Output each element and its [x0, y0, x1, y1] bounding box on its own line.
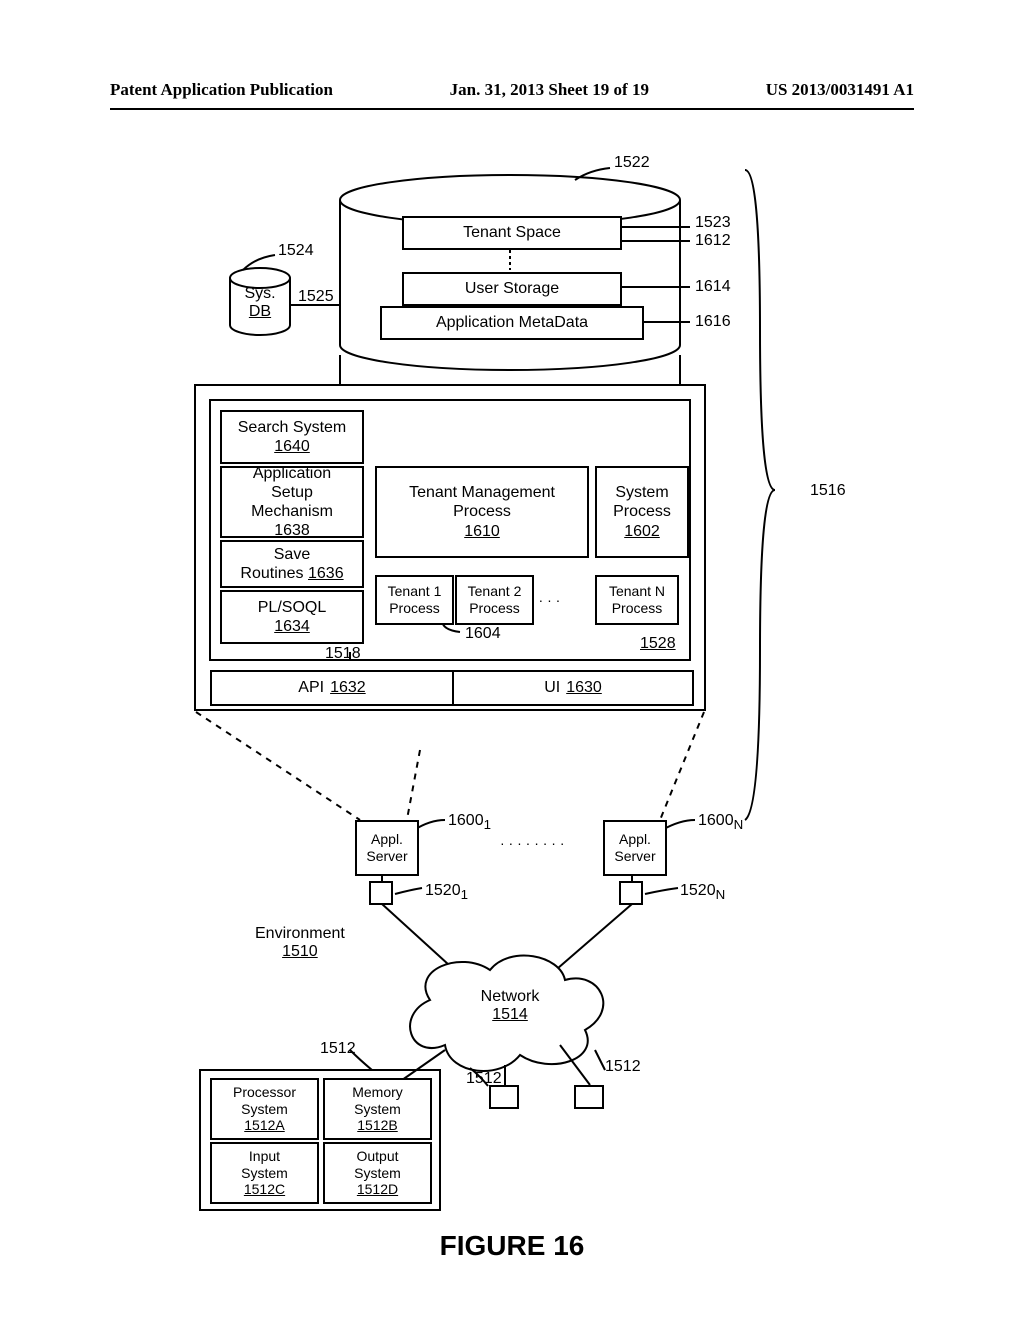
ref-1522: 1522: [614, 154, 650, 172]
header-left: Patent Application Publication: [110, 80, 333, 100]
tenant1-label: Tenant 1 Process: [388, 583, 442, 617]
header-rule: [110, 108, 914, 110]
app-metadata-box: Application MetaData: [380, 306, 644, 340]
appl-server-1-label: Appl. Server: [366, 831, 407, 865]
user-storage-box: User Storage: [402, 272, 622, 306]
processor-system-num: 1512A: [244, 1117, 284, 1134]
tenant-mgmt-box: Tenant Management Process 1610: [375, 466, 589, 558]
user-storage-label: User Storage: [465, 279, 559, 298]
sys-db-label: Sys.DB: [240, 285, 280, 321]
plsoql-num: 1634: [274, 617, 310, 636]
system-process-label: System Process: [613, 483, 671, 521]
system-process-num: 1602: [624, 522, 660, 541]
ui-label: UI: [544, 678, 560, 697]
ref-1512-b: 1512: [466, 1070, 502, 1088]
output-system-box: Output System 1512D: [323, 1142, 432, 1204]
ref-1520-1: 15201: [425, 882, 468, 902]
appl-server-1: Appl. Server: [355, 820, 419, 876]
input-system-box: Input System 1512C: [210, 1142, 319, 1204]
system-process-box: System Process 1602: [595, 466, 689, 558]
appl-server-n-label: Appl. Server: [614, 831, 655, 865]
tenant-mgmt-label: Tenant Management Process: [409, 483, 555, 521]
header-right: US 2013/0031491 A1: [766, 80, 914, 100]
tenant2-label: Tenant 2 Process: [468, 583, 522, 617]
header-center: Jan. 31, 2013 Sheet 19 of 19: [450, 80, 649, 100]
ref-1524: 1524: [278, 242, 314, 260]
api-box: API 1632: [210, 670, 454, 706]
ref-1600-1: 16001: [448, 812, 491, 832]
output-system-num: 1512D: [357, 1181, 398, 1198]
tenantN-box: Tenant N Process: [595, 575, 679, 625]
input-system-num: 1512C: [244, 1181, 285, 1198]
app-setup-label: Application Setup Mechanism: [251, 464, 333, 522]
output-system-label: Output System: [354, 1148, 401, 1182]
processor-system-label: Processor System: [233, 1084, 296, 1118]
network-label: Network 1514: [470, 988, 550, 1024]
plsoql-label: PL/SOQL: [258, 598, 326, 617]
ref-1516: 1516: [810, 482, 846, 500]
memory-system-num: 1512B: [357, 1117, 397, 1134]
ref-1523: 1523: [695, 214, 731, 232]
app-metadata-label: Application MetaData: [436, 313, 588, 332]
tenant-mgmt-num: 1610: [464, 522, 500, 541]
plsoql-box: PL/SOQL 1634: [220, 590, 364, 644]
tenantN-label: Tenant N Process: [609, 583, 665, 617]
svg-text:· · · · · · · ·: · · · · · · · ·: [500, 835, 565, 851]
memory-system-box: Memory System 1512B: [323, 1078, 432, 1140]
save-routines-box: Save Routines 1636: [220, 540, 364, 588]
save-routines-label: Save Routines: [240, 546, 310, 582]
ref-1600-n: 1600N: [698, 812, 743, 832]
ui-num: 1630: [566, 678, 602, 697]
tenant-space-box: Tenant Space: [402, 216, 622, 250]
appl-server-n: Appl. Server: [603, 820, 667, 876]
tenant2-box: Tenant 2 Process: [455, 575, 534, 625]
ui-box: UI 1630: [452, 670, 694, 706]
processor-system-box: Processor System 1512A: [210, 1078, 319, 1140]
svg-text:· · · ·: · · · ·: [530, 592, 560, 608]
memory-system-label: Memory System: [352, 1084, 403, 1118]
ref-1528: 1528: [640, 635, 676, 653]
ref-1612: 1612: [695, 232, 731, 250]
save-routines-num: 1636: [308, 565, 344, 582]
ref-1616: 1616: [695, 313, 731, 331]
api-label: API: [298, 678, 324, 697]
ref-1520-n: 1520N: [680, 882, 725, 902]
ref-1518: 1518: [325, 645, 361, 663]
ref-1614: 1614: [695, 278, 731, 296]
diagram-stage: · · · · · · · · · · · ·: [0, 130, 1024, 1280]
tenant1-box: Tenant 1 Process: [375, 575, 454, 625]
environment-label: Environment 1510: [255, 925, 345, 961]
search-system-label: Search System: [238, 418, 346, 437]
ref-1512-a: 1512: [320, 1040, 356, 1058]
search-system-box: Search System 1640: [220, 410, 364, 464]
search-system-num: 1640: [274, 437, 310, 456]
ref-1525: 1525: [298, 288, 334, 306]
app-setup-num: 1638: [274, 522, 310, 539]
tenant-space-label: Tenant Space: [463, 223, 561, 242]
figure-caption: FIGURE 16: [0, 1230, 1024, 1262]
api-num: 1632: [330, 678, 366, 697]
input-system-label: Input System: [241, 1148, 288, 1182]
ref-1604: 1604: [465, 625, 501, 643]
app-setup-box: Application Setup Mechanism 1638: [220, 466, 364, 538]
ref-1512-c: 1512: [605, 1058, 641, 1076]
